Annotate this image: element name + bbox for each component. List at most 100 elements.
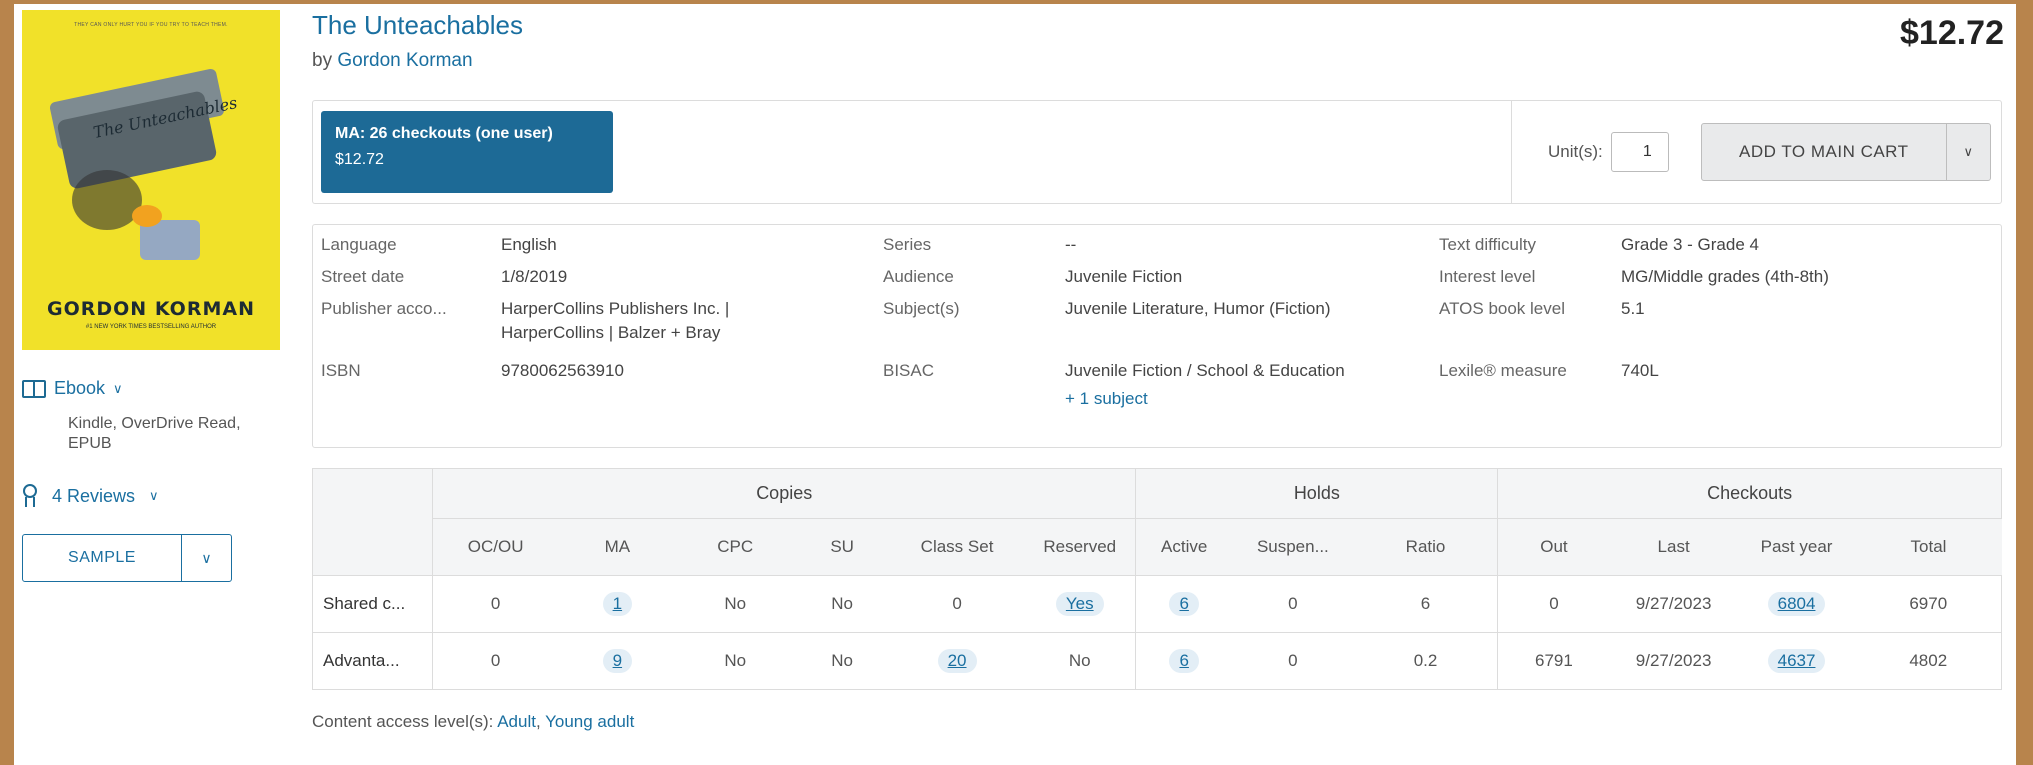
table-cell: No [676,632,795,690]
column-header: Reserved [1024,518,1136,576]
column-header: Total [1855,518,2002,576]
format-label: Ebook [54,378,106,398]
table-cell: 6970 [1855,575,2002,633]
active-holds-link[interactable]: 6 [1169,592,1199,616]
column-header: Active [1135,518,1232,576]
sample-button[interactable]: SAMPLE ∨ [22,534,232,582]
units-input[interactable] [1610,132,1669,172]
ma-copies-link[interactable]: 9 [602,649,633,673]
young-adult-link[interactable]: Young adult [545,712,634,731]
book-cover[interactable]: THEY CAN ONLY HURT YOU IF YOU TRY TO TEA… [22,10,280,350]
lexile-label: Lexile® measure [1439,361,1567,380]
units-label: Unit(s): [1548,142,1603,161]
street-date-value: 1/8/2019 [501,267,568,286]
table-cell-link: Yes [1024,575,1136,633]
series-value: -- [1065,235,1077,254]
column-header: OC/OU [431,518,559,576]
table-cell: 0 [1231,575,1354,633]
table-cell-link: 20 [890,632,1024,690]
isbn-label: ISBN [321,361,361,380]
atos-value: 5.1 [1621,299,1645,318]
table-cell-link: 6 [1135,632,1232,690]
title-details: Language English Street date 1/8/2019 Pu… [312,224,2002,448]
sample-dropdown-toggle[interactable]: ∨ [181,535,231,581]
book-price: $12.72 [1900,14,2004,52]
reserved-link[interactable]: Yes [1055,592,1104,616]
holds-group-header: Holds [1135,468,1499,519]
adult-link[interactable]: Adult [497,712,536,731]
book-title[interactable]: The Unteachables [312,10,523,41]
class-set-link[interactable]: 20 [937,649,977,673]
purchase-panel: MA: 26 checkouts (one user) $12.72 Unit(… [312,100,2002,204]
table-cell: 0 [431,575,559,633]
add-to-cart-label[interactable]: ADD TO MAIN CART [1702,124,1946,180]
more-subjects-link[interactable]: + 1 subject [1065,387,1148,410]
table-cell: No [794,632,891,690]
row-name: Shared c... [312,575,433,633]
by-label: by [312,50,333,71]
reviews-link[interactable]: 4 Reviews ∨ [22,484,159,508]
street-date-label: Street date [321,267,405,286]
publisher-value-1: HarperCollins Publishers Inc. | [501,299,730,318]
text-difficulty-value: Grade 3 - Grade 4 [1621,235,1759,254]
audience-value: Juvenile Fiction [1065,267,1183,286]
past-year-link[interactable]: 4637 [1767,649,1826,673]
table-cell: 6 [1353,575,1498,633]
lexile-value: 740L [1621,361,1659,380]
author-link[interactable]: Gordon Korman [337,50,472,71]
table-cell: 0 [1231,632,1354,690]
license-name: MA: 26 checkouts (one user) [335,125,553,142]
table-row: Advanta... 0 9 No No 20 No 6 0 0.2 6791 … [312,632,2002,690]
interest-level-label: Interest level [1439,267,1536,286]
reviews-label: 4 Reviews [52,485,136,506]
active-holds-link[interactable]: 6 [1169,649,1199,673]
table-cell: 0 [890,575,1024,633]
table-cell: 0.2 [1353,632,1498,690]
subjects-label: Subject(s) [883,299,960,318]
cover-fire-art [132,205,162,227]
author-line: by Gordon Korman [312,50,473,72]
text-difficulty-label: Text difficulty [1439,235,1537,254]
series-label: Series [883,235,932,254]
table-cell-link: 4637 [1737,632,1856,690]
copies-group-header: Copies [431,468,1137,519]
table-cell: 0 [1497,575,1610,633]
publisher-value-2: HarperCollins | Balzer + Bray [501,323,721,342]
atos-label: ATOS book level [1439,299,1565,318]
interest-level-value: MG/Middle grades (4th-8th) [1621,267,1829,286]
chevron-down-icon: ∨ [149,488,159,503]
table-cell: No [1024,632,1136,690]
table-cell-link: 1 [558,575,677,633]
table-cell: 9/27/2023 [1609,632,1738,690]
cover-author: GORDON KORMAN [47,298,255,320]
ma-copies-link[interactable]: 1 [602,592,633,616]
content-access-levels: Content access level(s): Adult, Young ad… [312,712,634,732]
chevron-down-icon: ∨ [113,380,123,396]
column-header: Suspen... [1231,518,1354,576]
availability-table: Copies Holds Checkouts OC/OU MA CPC SU C… [312,468,2002,690]
add-to-cart-button[interactable]: ADD TO MAIN CART ∨ [1700,123,1991,181]
bisac-value: Juvenile Fiction / School & Education [1065,361,1345,380]
chevron-down-icon: ∨ [201,549,212,566]
award-icon [22,484,38,508]
table-cell-link: 6804 [1737,575,1856,633]
table-row: Shared c... 0 1 No No 0 Yes 6 0 6 0 9/27… [312,575,2002,633]
license-price: $12.72 [335,151,384,168]
cart-controls: Unit(s): ADD TO MAIN CART ∨ [1511,101,2001,203]
sample-button-label[interactable]: SAMPLE [23,535,181,581]
column-header: Past year [1737,518,1856,576]
format-details: Kindle, OverDrive Read, EPUB [68,415,241,452]
chevron-down-icon: ∨ [1963,144,1974,159]
bisac-label: BISAC [883,361,935,380]
column-header: MA [558,518,677,576]
table-cell-link: 6 [1135,575,1232,633]
access-separator: , [535,712,541,731]
access-label: Content access level(s): [312,712,494,731]
license-option-card[interactable]: MA: 26 checkouts (one user) $12.72 [321,111,613,193]
column-header: Last [1609,518,1738,576]
table-cell: No [676,575,795,633]
cart-dropdown-toggle[interactable]: ∨ [1945,124,1990,180]
format-selector[interactable]: Ebook ∨ [22,378,123,399]
table-cell: 0 [431,632,559,690]
past-year-link[interactable]: 6804 [1767,592,1826,616]
